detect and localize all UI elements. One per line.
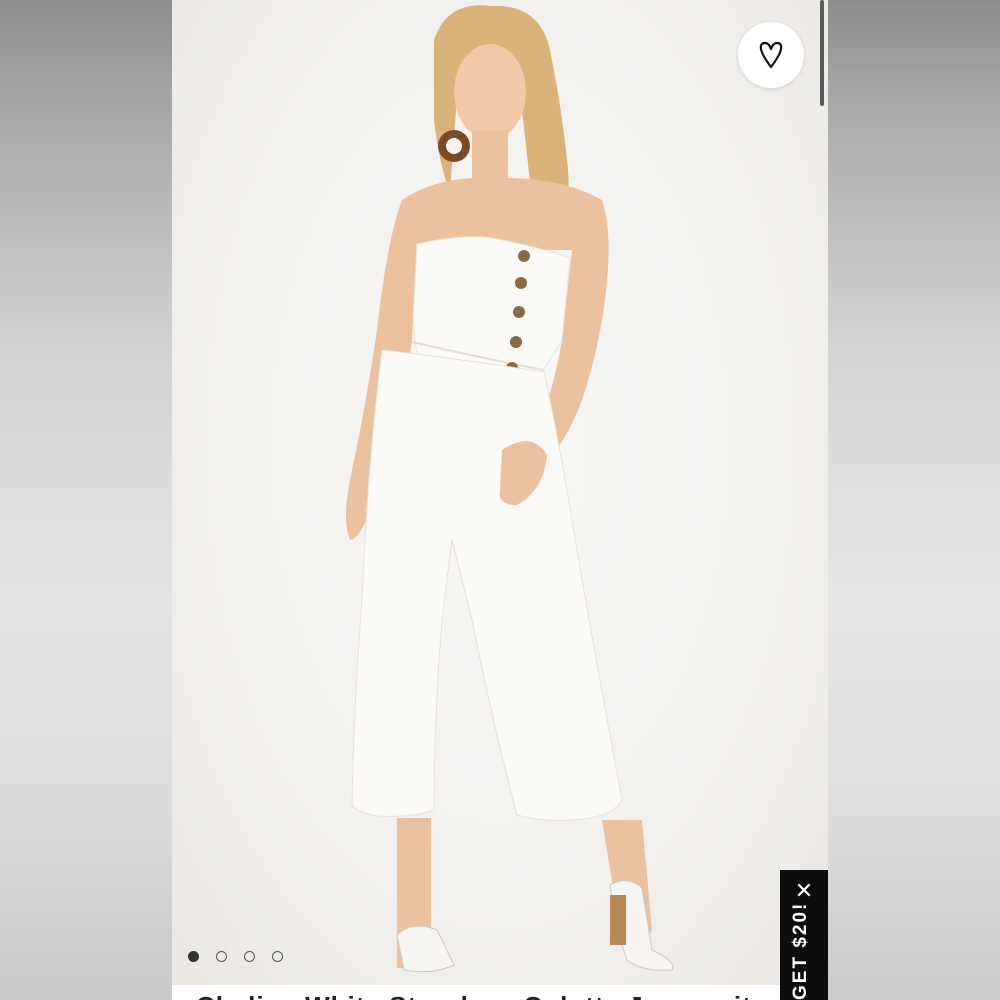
product-title-strip: Chelina White Strapless Culotte Jumpsuit bbox=[172, 985, 782, 1000]
promo-label: GET $20! bbox=[790, 901, 811, 1000]
carousel-dots bbox=[188, 951, 283, 962]
wishlist-button[interactable] bbox=[738, 22, 804, 88]
model-illustration bbox=[346, 5, 674, 973]
carousel-dot[interactable] bbox=[244, 951, 255, 962]
garment-button bbox=[518, 250, 530, 262]
heart-icon bbox=[759, 41, 783, 69]
promo-tab[interactable]: ✕ GET $20! bbox=[780, 870, 828, 1000]
close-icon[interactable]: ✕ bbox=[793, 880, 815, 902]
garment-button bbox=[515, 277, 527, 289]
carousel-dot[interactable] bbox=[272, 951, 283, 962]
carousel-dot[interactable] bbox=[216, 951, 227, 962]
product-image[interactable] bbox=[172, 0, 828, 985]
carousel-dot[interactable] bbox=[188, 951, 199, 962]
left-background-blur bbox=[0, 0, 172, 1000]
scroll-indicator[interactable] bbox=[820, 0, 824, 106]
garment-button bbox=[513, 306, 525, 318]
product-viewport bbox=[172, 0, 828, 1000]
garment-button bbox=[510, 336, 522, 348]
product-title: Chelina White Strapless Culotte Jumpsuit bbox=[196, 991, 752, 1000]
right-background-blur bbox=[828, 0, 1000, 1000]
